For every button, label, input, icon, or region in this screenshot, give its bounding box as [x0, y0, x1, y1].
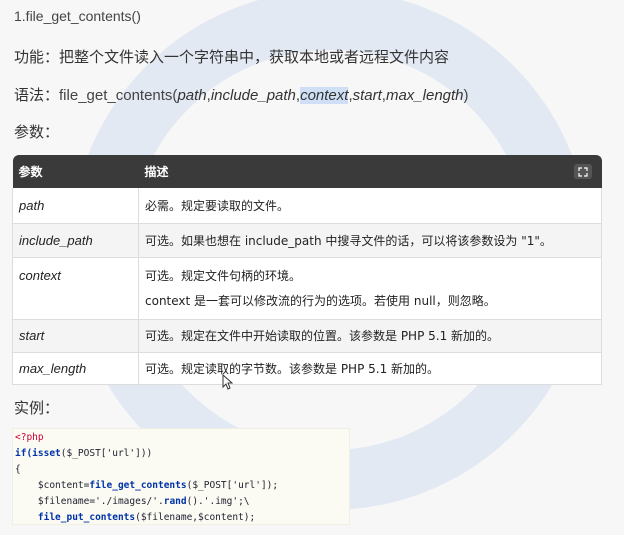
- code-token: ().'.img';\: [186, 496, 250, 507]
- code-token: ($filename,$content);: [135, 512, 256, 523]
- table-row: max_length 可选。规定读取的字节数。该参数是 PHP 5.1 新加的。: [12, 352, 602, 385]
- code-token: file_put_contents: [15, 512, 136, 523]
- param-desc: 可选。规定读取的字节数。该参数是 PHP 5.1 新加的。: [138, 352, 602, 385]
- code-token: rand: [163, 496, 187, 507]
- param-name: include_path: [12, 223, 139, 258]
- header-param: 参数: [18, 165, 43, 179]
- example-heading: 实例：: [14, 399, 60, 417]
- param-name: max_length: [12, 352, 139, 385]
- code-line: file_put_contents($filename,$content);: [15, 510, 349, 526]
- param-desc-line: 可选。规定文件句柄的环境。: [145, 269, 302, 283]
- code-line: <?php: [15, 432, 44, 443]
- table-row: context 可选。规定文件句柄的环境。 context 是一套可以修改流的行…: [12, 257, 602, 320]
- params-table: 参数 描述 path 必需。规定要读取的文件。 include_path 可选。…: [12, 155, 602, 385]
- table-row: include_path 可选。如果也想在 include_path 中搜寻文件…: [12, 223, 602, 258]
- code-token: $content=: [15, 480, 90, 491]
- syntax-param-max-length: max_length: [385, 87, 464, 104]
- table-header-row: 参数 描述: [12, 155, 602, 188]
- param-desc: 可选。规定文件句柄的环境。 context 是一套可以修改流的行为的选项。若使用…: [138, 257, 602, 320]
- code-block: <?php if(isset($_POST['url'])) { $conten…: [12, 428, 350, 525]
- syntax-param-context: context: [300, 87, 349, 104]
- expand-icon[interactable]: [573, 164, 592, 179]
- syntax-function: file_get_contents(: [59, 87, 178, 104]
- syntax-param-path: path: [177, 87, 207, 104]
- code-token: ($_POST['url'])): [60, 448, 153, 459]
- header-desc: 描述: [139, 155, 602, 188]
- table-row: path 必需。规定要读取的文件。: [12, 188, 602, 224]
- param-desc: 必需。规定要读取的文件。: [138, 188, 602, 224]
- code-token: file_get_contents: [89, 480, 187, 491]
- param-desc-line: context 是一套可以修改流的行为的选项。若使用 null，则忽略。: [145, 294, 496, 308]
- code-token: if(isset: [15, 448, 61, 459]
- syntax-param-start: start: [352, 87, 382, 104]
- function-description: 功能：把整个文件读入一个字符串中，获取本地或者远程文件内容: [14, 48, 450, 66]
- page-title: 1.file_get_contents(): [14, 8, 141, 24]
- param-name: start: [12, 319, 139, 353]
- code-line: $content=file_get_contents($_POST['url']…: [15, 478, 349, 494]
- syntax-line: 语法：file_get_contents(path,include_path,c…: [14, 86, 469, 104]
- expand-icon-glyph: [577, 166, 588, 177]
- code-line: $filename='./images/'.rand().'.img';\: [15, 494, 349, 510]
- param-desc: 可选。如果也想在 include_path 中搜寻文件的话，可以将该参数设为 "…: [138, 223, 602, 258]
- param-name: context: [12, 257, 139, 320]
- header-desc-label: 描述: [144, 165, 169, 179]
- param-desc: 可选。规定在文件中开始读取的位置。该参数是 PHP 5.1 新加的。: [138, 319, 602, 353]
- syntax-close: ): [463, 87, 469, 104]
- table-row: start 可选。规定在文件中开始读取的位置。该参数是 PHP 5.1 新加的。: [12, 319, 602, 353]
- syntax-param-include-path: include_path: [210, 87, 296, 104]
- param-name: path: [12, 188, 139, 224]
- mouse-cursor-icon: [222, 374, 233, 390]
- code-line: {: [15, 464, 21, 475]
- params-heading: 参数：: [14, 123, 60, 141]
- syntax-label: 语法：: [14, 86, 60, 104]
- code-line: if(isset($_POST['url'])): [15, 446, 349, 462]
- code-token: $filename='./images/'.: [15, 496, 164, 507]
- code-token: ($_POST['url']);: [186, 480, 279, 491]
